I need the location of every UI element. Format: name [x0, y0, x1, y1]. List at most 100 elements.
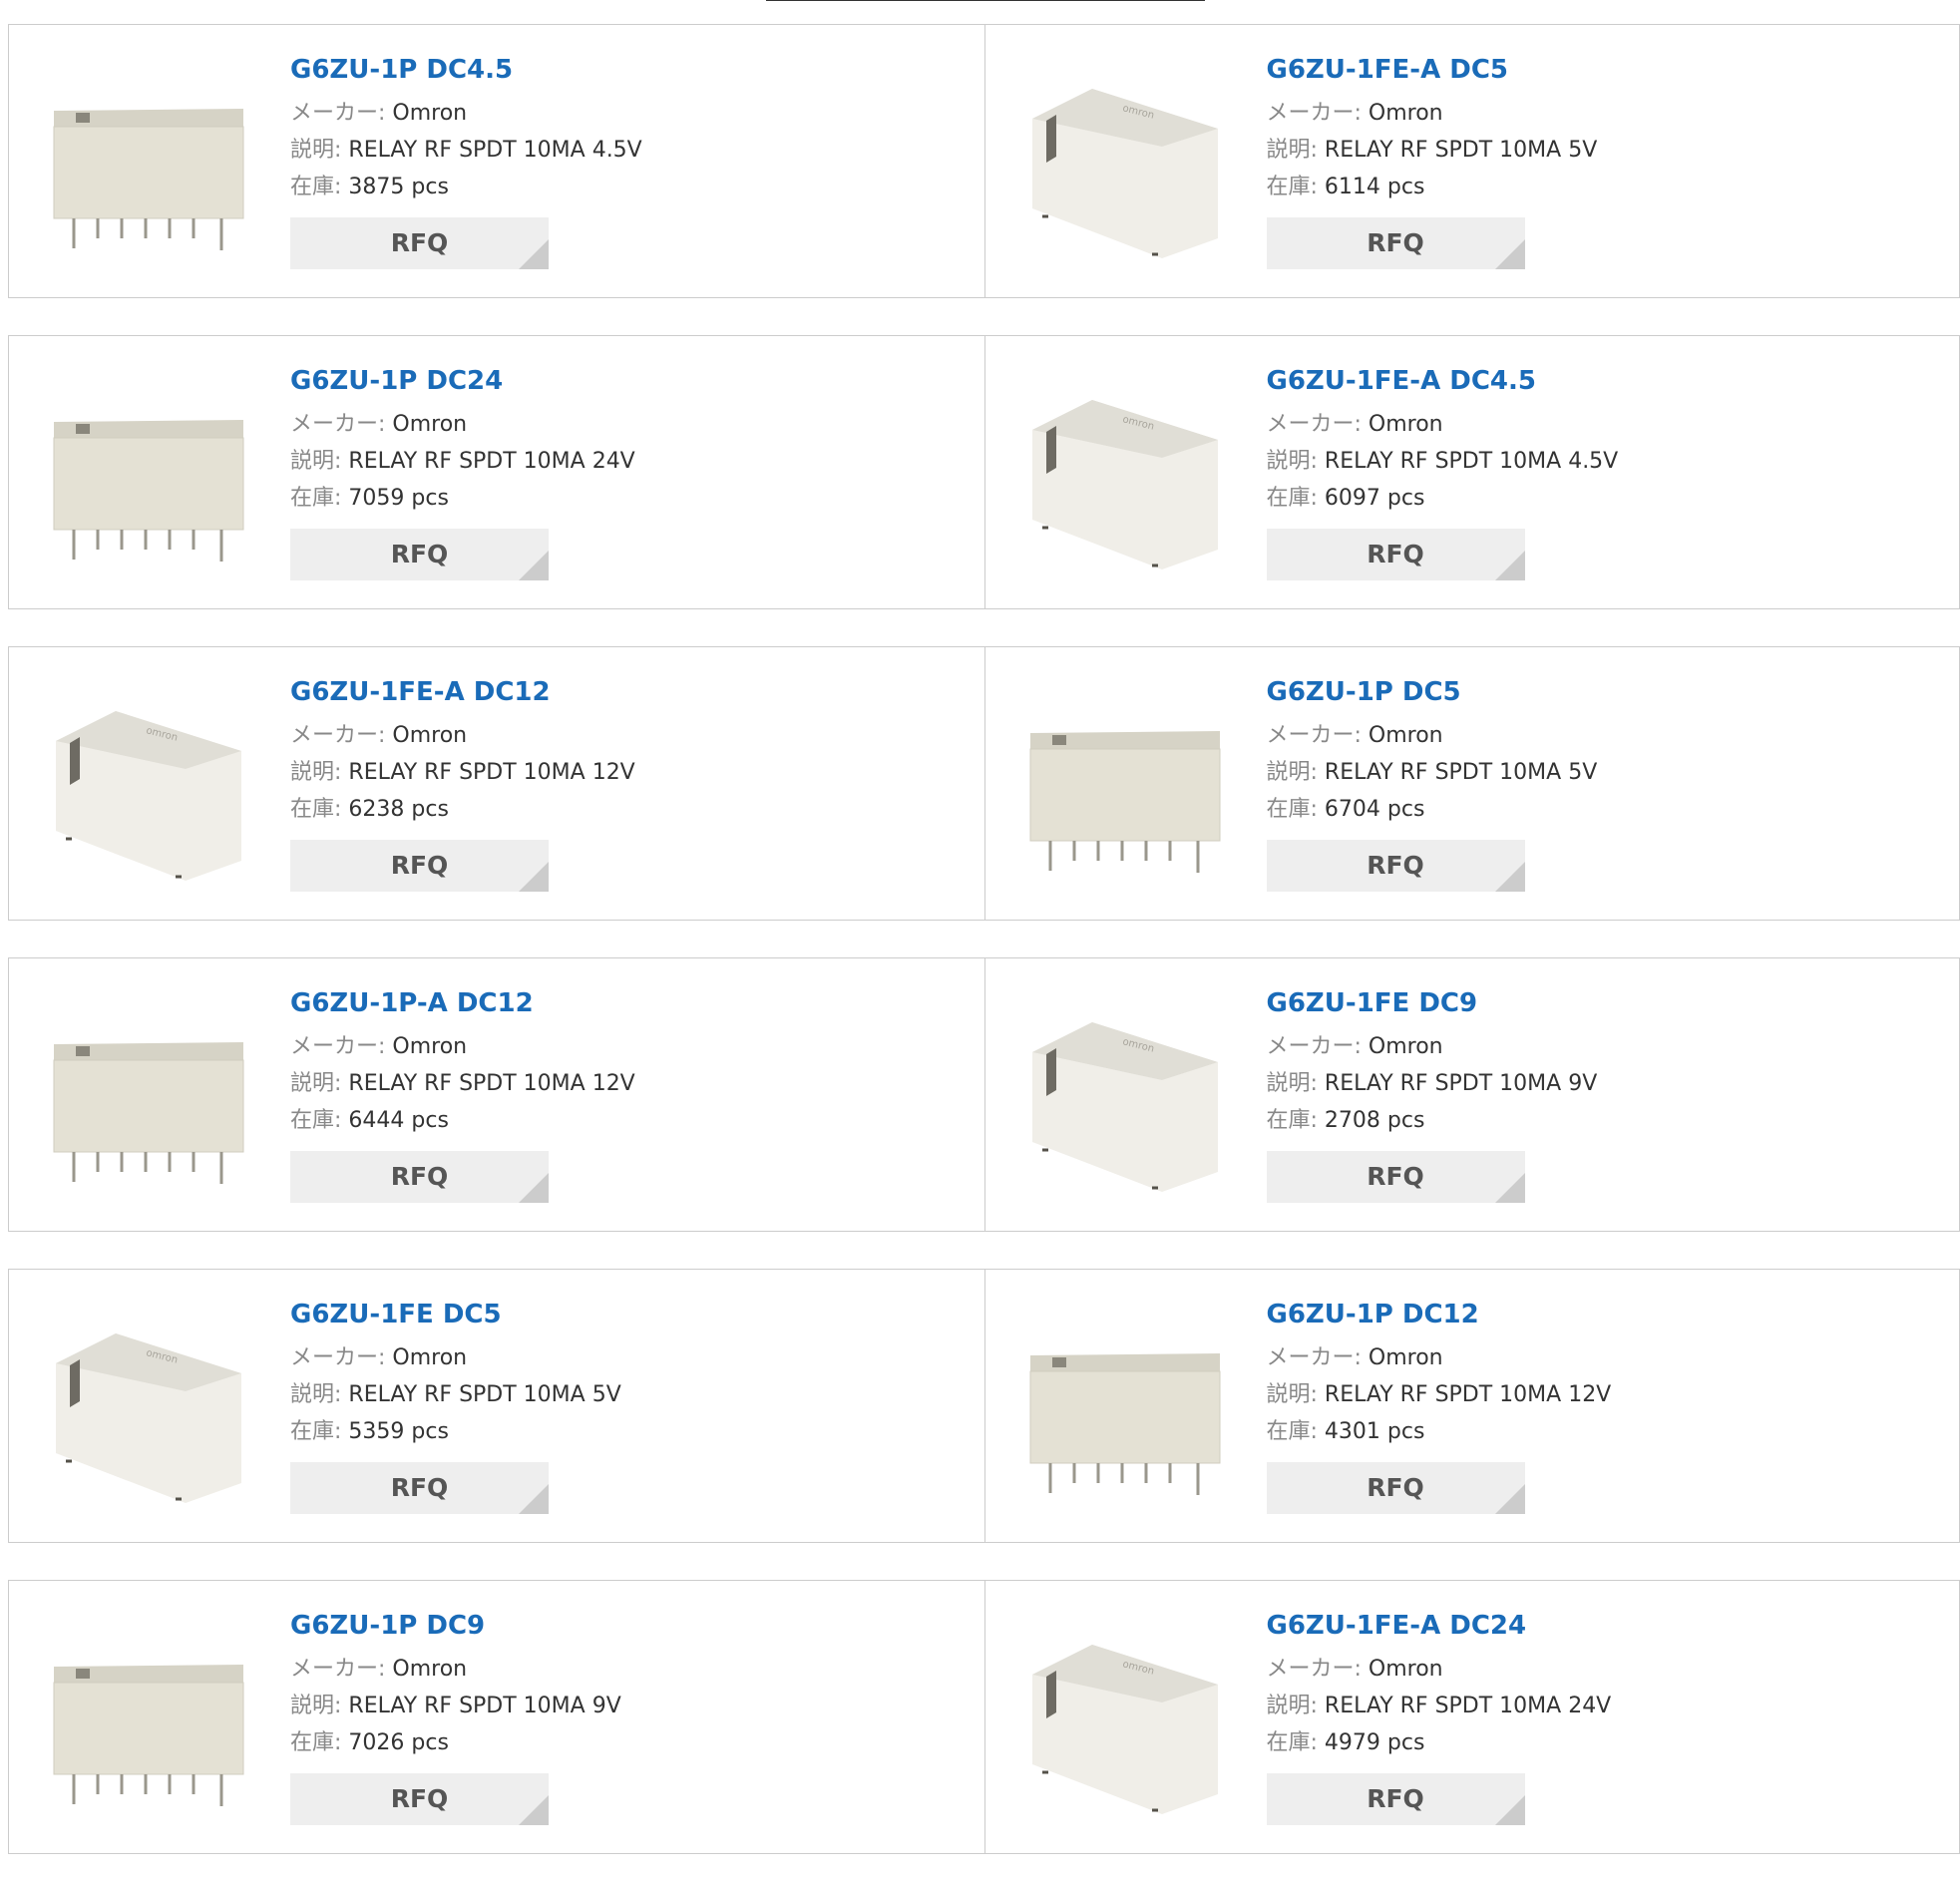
description-line: 説明: RELAY RF SPDT 10MA 9V [1267, 1065, 1598, 1102]
stock-line: 在庫: 6097 pcs [1267, 480, 1619, 517]
manufacturer-line-value: Omron [1361, 723, 1443, 748]
rfq-button[interactable]: RFQ [290, 1773, 549, 1825]
part-number-link[interactable]: G6ZU-1P DC12 [1267, 1298, 1612, 1331]
rfq-button[interactable]: RFQ [1266, 1462, 1525, 1514]
stock-line-label: 在庫: [1266, 486, 1318, 511]
relay-smd-image[interactable]: omron [46, 1314, 251, 1511]
manufacturer-line-value: Omron [385, 723, 468, 748]
manufacturer-line: メーカー: Omron [290, 1028, 635, 1065]
stock-line-value: 6238 pcs [341, 797, 449, 822]
part-number-link[interactable]: G6ZU-1FE DC9 [1267, 986, 1598, 1020]
manufacturer-line-label: メーカー: [290, 101, 386, 126]
rfq-button[interactable]: RFQ [1266, 217, 1525, 269]
part-number-link[interactable]: G6ZU-1FE-A DC5 [1267, 53, 1598, 87]
part-number-link[interactable]: G6ZU-1P DC24 [290, 364, 635, 398]
relay-pcb-pins-image[interactable] [1021, 691, 1228, 889]
manufacturer-line-value: Omron [385, 1657, 468, 1682]
stock-line: 在庫: 5359 pcs [290, 1413, 621, 1450]
product-card: omron G6ZU-1FE DC5 メーカー: Omron 説明: RELAY R… [9, 1270, 984, 1542]
manufacturer-line-value: Omron [385, 101, 468, 126]
relay-smd-image[interactable]: omron [1021, 69, 1228, 266]
manufacturer-line-value: Omron [1361, 1034, 1443, 1059]
manufacturer-line-label: メーカー: [1266, 412, 1362, 437]
description-line-label: 説明: [290, 760, 342, 785]
rfq-button[interactable]: RFQ [290, 1462, 549, 1514]
description-line: 説明: RELAY RF SPDT 10MA 5V [1267, 132, 1598, 169]
description-line-value: RELAY RF SPDT 10MA 5V [1317, 760, 1598, 785]
product-info: G6ZU-1P DC5 メーカー: Omron 説明: RELAY RF SPDT … [1266, 675, 1598, 892]
product-row: omron G6ZU-1FE-A DC12 メーカー: Omron 説明: RELA… [8, 646, 1960, 921]
relay-pcb-pins-image[interactable] [46, 1625, 251, 1822]
description-line: 説明: RELAY RF SPDT 10MA 12V [1267, 1376, 1612, 1413]
product-card: G6ZU-1P DC24 メーカー: Omron 説明: RELAY RF SPDT… [9, 336, 984, 608]
description-line: 説明: RELAY RF SPDT 10MA 12V [290, 1065, 635, 1102]
manufacturer-line: メーカー: Omron [1267, 406, 1619, 443]
stock-line-label: 在庫: [1266, 1108, 1318, 1133]
product-card: G6ZU-1P DC9 メーカー: Omron 説明: RELAY RF SPDT … [9, 1581, 984, 1853]
part-number-link[interactable]: G6ZU-1FE DC5 [290, 1298, 621, 1331]
stock-line-label: 在庫: [290, 1419, 342, 1444]
rfq-button[interactable]: RFQ [290, 217, 549, 269]
part-number-link[interactable]: G6ZU-1P-A DC12 [290, 986, 635, 1020]
stock-line-value: 6444 pcs [341, 1108, 449, 1133]
product-info: G6ZU-1P DC4.5 メーカー: Omron 説明: RELAY RF SPD… [290, 53, 642, 269]
rfq-button[interactable]: RFQ [290, 840, 549, 892]
relay-pcb-pins-image[interactable] [1021, 1314, 1228, 1511]
manufacturer-line-label: メーカー: [1266, 1345, 1362, 1370]
rfq-button[interactable]: RFQ [1266, 1773, 1525, 1825]
manufacturer-line-label: メーカー: [290, 1034, 386, 1059]
part-number-link[interactable]: G6ZU-1FE-A DC24 [1267, 1609, 1612, 1643]
corner-triangle-icon [519, 239, 549, 269]
rfq-button[interactable]: RFQ [1266, 1151, 1525, 1203]
part-number-link[interactable]: G6ZU-1P DC5 [1267, 675, 1598, 709]
rfq-button-label: RFQ [390, 851, 449, 880]
manufacturer-line-value: Omron [385, 1034, 468, 1059]
part-number-link[interactable]: G6ZU-1FE-A DC12 [290, 675, 635, 709]
product-card: G6ZU-1P-A DC12 メーカー: Omron 説明: RELAY RF SP… [9, 958, 984, 1231]
description-line-value: RELAY RF SPDT 10MA 5V [1317, 138, 1598, 163]
rfq-button-label: RFQ [1367, 1162, 1424, 1191]
relay-smd-image[interactable]: omron [1021, 1625, 1228, 1822]
relay-pcb-pins-image[interactable] [46, 380, 251, 577]
product-card: G6ZU-1P DC4.5 メーカー: Omron 説明: RELAY RF SPD… [9, 25, 984, 297]
rfq-button[interactable]: RFQ [1266, 840, 1525, 892]
rfq-button-label: RFQ [1367, 851, 1424, 880]
relay-smd-image[interactable]: omron [1021, 380, 1228, 577]
description-line: 説明: RELAY RF SPDT 10MA 12V [290, 754, 635, 791]
relay-pcb-pins-image[interactable] [46, 1002, 251, 1200]
manufacturer-line-value: Omron [1361, 1657, 1443, 1682]
corner-triangle-icon [519, 1795, 549, 1825]
relay-smd-image[interactable]: omron [1021, 1002, 1228, 1200]
relay-pcb-pins-image[interactable] [46, 69, 251, 266]
manufacturer-line-label: メーカー: [1266, 1034, 1362, 1059]
description-line: 説明: RELAY RF SPDT 10MA 24V [1267, 1688, 1612, 1724]
rfq-button[interactable]: RFQ [290, 1151, 549, 1203]
product-card: G6ZU-1P DC12 メーカー: Omron 説明: RELAY RF SPDT… [983, 1270, 1960, 1542]
manufacturer-line-label: メーカー: [290, 1345, 386, 1370]
stock-line: 在庫: 6238 pcs [290, 791, 635, 828]
relay-smd-image[interactable]: omron [46, 691, 251, 889]
manufacturer-line-value: Omron [1361, 412, 1443, 437]
part-number-link[interactable]: G6ZU-1FE-A DC4.5 [1267, 364, 1619, 398]
corner-triangle-icon [1494, 239, 1525, 269]
rfq-button[interactable]: RFQ [290, 529, 549, 580]
description-line-value: RELAY RF SPDT 10MA 4.5V [1317, 449, 1619, 474]
stock-line-value: 2708 pcs [1317, 1108, 1425, 1133]
description-line-value: RELAY RF SPDT 10MA 24V [341, 449, 635, 474]
part-number-link[interactable]: G6ZU-1P DC4.5 [290, 53, 642, 87]
stock-line-label: 在庫: [290, 1108, 342, 1133]
description-line-label: 説明: [1266, 1071, 1318, 1096]
manufacturer-line: メーカー: Omron [290, 1339, 621, 1376]
manufacturer-line-value: Omron [385, 412, 468, 437]
description-line-value: RELAY RF SPDT 10MA 12V [1317, 1382, 1612, 1407]
description-line-value: RELAY RF SPDT 10MA 9V [341, 1694, 621, 1718]
manufacturer-line-label: メーカー: [1266, 723, 1362, 748]
manufacturer-line: メーカー: Omron [290, 717, 635, 754]
stock-line-value: 3875 pcs [341, 175, 449, 199]
corner-triangle-icon [519, 551, 549, 580]
manufacturer-line-value: Omron [1361, 1345, 1443, 1370]
stock-line-value: 5359 pcs [341, 1419, 449, 1444]
rfq-button[interactable]: RFQ [1266, 529, 1525, 580]
part-number-link[interactable]: G6ZU-1P DC9 [290, 1609, 621, 1643]
corner-triangle-icon [1494, 551, 1525, 580]
